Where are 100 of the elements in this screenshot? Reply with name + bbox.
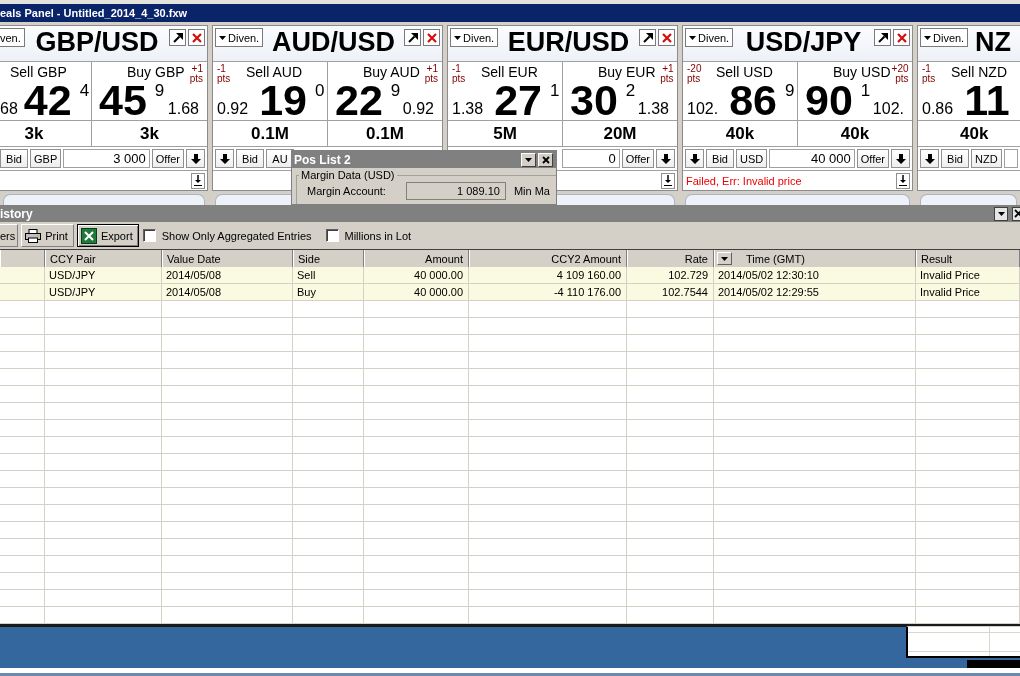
price-pip: 0 [315,82,325,99]
down-arrow-icon [689,153,700,164]
arrow-button[interactable] [920,149,939,168]
arrow-button[interactable] [215,149,234,168]
price-label: Buy USD [833,64,891,80]
window-title: Pos List 2 [294,152,351,167]
amount-label: 20M [603,124,637,143]
dropdown-button[interactable]: Diven. [215,28,264,47]
price-figure[interactable]: 90 [805,82,853,118]
price-prefix: 1.38 [452,101,484,117]
caret-icon [924,35,931,40]
close-icon [541,155,550,164]
window-title: eals Panel - Untitled_2014_4_30.fxw [0,7,188,19]
quantity-field[interactable]: 0 [561,149,620,168]
close-button[interactable] [1012,206,1020,221]
quantity-field[interactable] [1003,149,1018,168]
checkbox-label: Show Only Aggregated Entries [161,229,312,242]
price-suffix: 102. [872,101,904,117]
price-suffix: 0.92 [402,101,434,117]
price-figure[interactable]: 86 [729,82,777,118]
tile-button[interactable]: Bid [0,149,28,168]
diagonal-arrow-icon [172,32,183,43]
price-pip: 9 [785,82,795,99]
column-dropdown[interactable] [717,252,732,265]
tile-button[interactable]: Bid [941,149,969,168]
pts-label: +1 pts [659,64,674,84]
amount-label: 3k [24,124,44,143]
tile-button[interactable]: Offer [856,149,889,168]
pts-label: +1 pts [188,64,203,84]
price-prefix: 102. [687,101,719,117]
arrow-button[interactable] [896,172,910,189]
arrow-button[interactable] [661,172,675,189]
pts-label: +20 pts [890,64,909,84]
pair-title: NZ [974,28,1013,57]
arrow-button[interactable] [891,149,910,168]
pts-label: -1 pts [217,64,232,84]
toolbar-button[interactable]: Print [21,224,74,247]
tile-button[interactable]: Bid [706,149,734,168]
price-figure[interactable]: 22 [335,82,383,118]
price-label: Sell USD [716,64,773,80]
tile-button[interactable]: Offer [621,149,654,168]
popout-button[interactable] [169,29,186,46]
arrow-button[interactable] [191,172,205,189]
tile-button[interactable]: NZD [971,149,1002,168]
amount-label: 0.1M [366,124,404,143]
close-icon [191,32,202,43]
price-pip: 2 [625,82,636,99]
price-figure[interactable]: 30 [570,82,618,118]
price-figure[interactable]: 45 [99,82,147,118]
toolbar-button[interactable]: Export [76,224,139,247]
caret-icon [525,157,532,162]
dropdown-button[interactable]: ven. [0,28,25,47]
close-icon [661,32,672,43]
dropdown-button[interactable]: Diven. [685,28,734,47]
checkbox[interactable] [325,229,339,242]
close-icon [426,32,437,43]
tile-button[interactable]: Bid [236,149,264,168]
arrow-button[interactable] [685,149,704,168]
tile-button[interactable]: Offer [151,149,184,168]
amount-label: 5M [493,124,517,143]
field-label: Margin Account: [307,185,386,197]
checkbox-label: Millions in Lot [344,229,412,242]
price-label: Buy AUD [363,64,420,80]
down-arrow-icon [219,153,230,164]
tile-button[interactable]: AU [266,149,294,168]
arrow-to-line-icon [664,175,672,186]
price-figure[interactable]: 19 [259,82,307,118]
price-label: Sell NZD [951,64,1007,80]
arrow-button[interactable] [656,149,675,168]
down-arrow-icon [924,153,935,164]
dropdown-button[interactable]: Diven. [920,28,969,47]
price-figure[interactable]: 27 [494,82,542,118]
price-figure[interactable]: 11 [964,82,1010,118]
price-figure[interactable]: 42 [23,82,72,118]
tile-button[interactable]: USD [736,149,768,168]
popout-button[interactable] [639,29,656,46]
popout-button[interactable] [404,29,421,46]
popout-button[interactable] [874,29,891,46]
menu-button[interactable] [994,206,1008,221]
spreadsheet-icon [80,227,97,244]
price-label: Sell GBP [10,64,67,80]
amount-label: 40k [725,124,755,143]
caret-icon [997,211,1005,216]
panel-title: istory [0,206,33,221]
value-field: 1 089.10 [405,182,506,200]
down-arrow-icon [895,153,906,164]
group-label: Margin Data (USD) [300,169,396,182]
checkbox[interactable] [142,229,156,242]
caret-icon [454,35,461,40]
arrow-button[interactable] [186,149,205,168]
pts-label: -1 pts [922,64,937,84]
quantity-field[interactable]: 3 000 [63,149,150,168]
toolbar-button[interactable]: ers [0,224,19,247]
close-icon [896,32,907,43]
tile-button[interactable]: GBP [30,149,62,168]
price-prefix: 68 [0,101,18,117]
price-suffix: 1.68 [167,101,199,117]
dropdown-button[interactable]: Diven. [450,28,499,47]
down-arrow-icon [660,153,671,164]
quantity-field[interactable]: 40 000 [769,149,855,168]
